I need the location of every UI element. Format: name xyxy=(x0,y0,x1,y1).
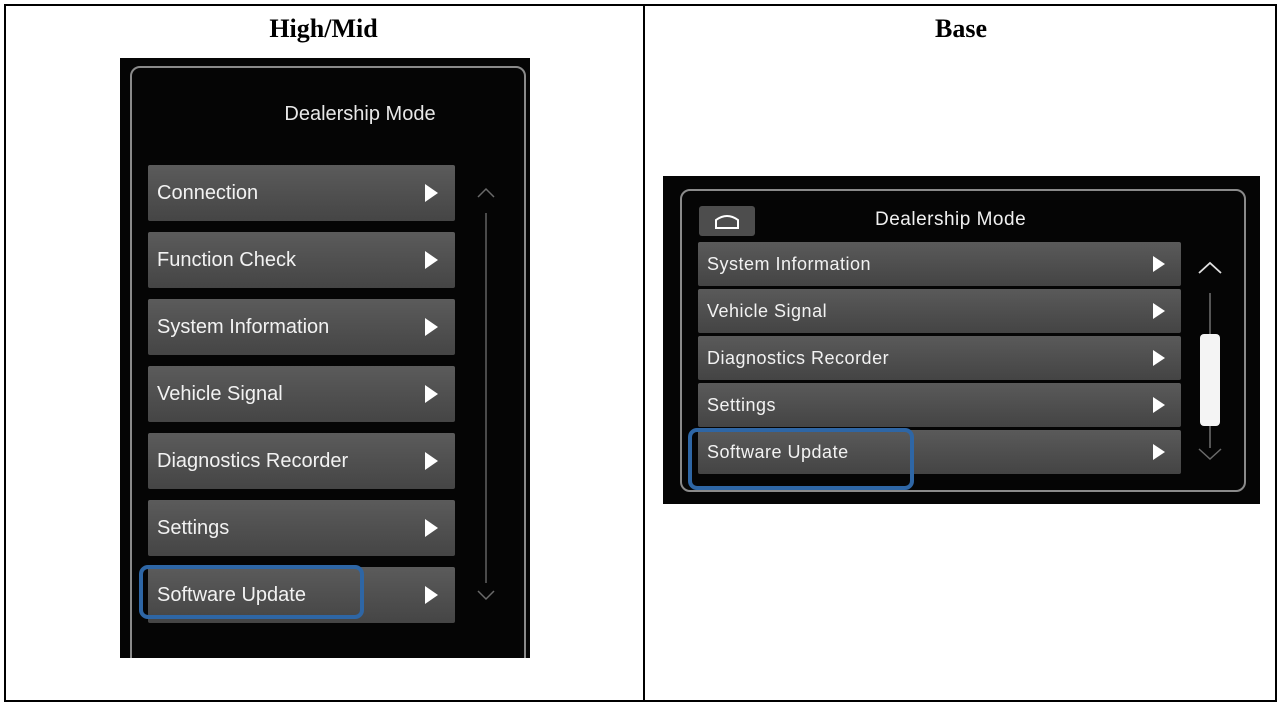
software-update-highlight xyxy=(688,428,914,490)
play-arrow-icon xyxy=(425,586,438,604)
menu-item-settings[interactable]: Settings xyxy=(698,383,1181,427)
home-icon xyxy=(715,215,739,229)
column-divider xyxy=(643,4,645,702)
menu-item-label: Diagnostics Recorder xyxy=(157,450,349,472)
menu-item-vehicle-signal[interactable]: Vehicle Signal xyxy=(698,289,1181,333)
menu-item-label: System Information xyxy=(707,254,872,274)
play-arrow-icon xyxy=(1153,397,1165,413)
scroll-down-icon[interactable] xyxy=(1197,444,1223,464)
play-arrow-icon xyxy=(425,251,438,269)
play-arrow-icon xyxy=(1153,256,1165,272)
software-update-highlight xyxy=(139,565,364,619)
play-arrow-icon xyxy=(1153,350,1165,366)
scrollbar-track[interactable] xyxy=(485,213,487,583)
menu-item-label: System Information xyxy=(157,316,330,338)
play-arrow-icon xyxy=(425,452,438,470)
menu-item-settings[interactable]: Settings xyxy=(148,500,455,556)
header-base: Base xyxy=(935,14,987,43)
play-arrow-icon xyxy=(425,184,438,202)
menu-item-vehicle-signal[interactable]: Vehicle Signal xyxy=(148,366,455,422)
dealership-mode-title: Dealership Mode xyxy=(284,103,436,125)
menu-item-label: Vehicle Signal xyxy=(707,301,828,321)
menu-item-connection[interactable]: Connection xyxy=(148,165,455,221)
scrollbar-thumb[interactable] xyxy=(1200,334,1220,426)
menu-item-label: Settings xyxy=(157,517,230,539)
menu-item-label: Settings xyxy=(707,395,777,415)
menu-item-system-information[interactable]: System Information xyxy=(698,242,1181,286)
scroll-down-icon[interactable] xyxy=(476,585,496,605)
menu-item-diagnostics-recorder[interactable]: Diagnostics Recorder xyxy=(698,336,1181,380)
menu-item-function-check[interactable]: Function Check xyxy=(148,232,455,288)
scroll-up-icon[interactable] xyxy=(476,183,496,203)
home-button[interactable] xyxy=(699,206,755,236)
menu-item-label: Vehicle Signal xyxy=(157,383,283,405)
play-arrow-icon xyxy=(425,318,438,336)
play-arrow-icon xyxy=(1153,303,1165,319)
play-arrow-icon xyxy=(425,385,438,403)
play-arrow-icon xyxy=(425,519,438,537)
scroll-up-icon[interactable] xyxy=(1197,258,1223,278)
menu-item-label: Function Check xyxy=(157,249,296,271)
header-high-mid: High/Mid xyxy=(269,14,378,43)
dealership-mode-title: Dealership Mode xyxy=(875,209,1027,230)
menu-item-label: Connection xyxy=(157,182,259,204)
menu-item-diagnostics-recorder[interactable]: Diagnostics Recorder xyxy=(148,433,455,489)
menu-item-system-information[interactable]: System Information xyxy=(148,299,455,355)
play-arrow-icon xyxy=(1153,444,1165,460)
menu-item-label: Diagnostics Recorder xyxy=(707,348,890,368)
